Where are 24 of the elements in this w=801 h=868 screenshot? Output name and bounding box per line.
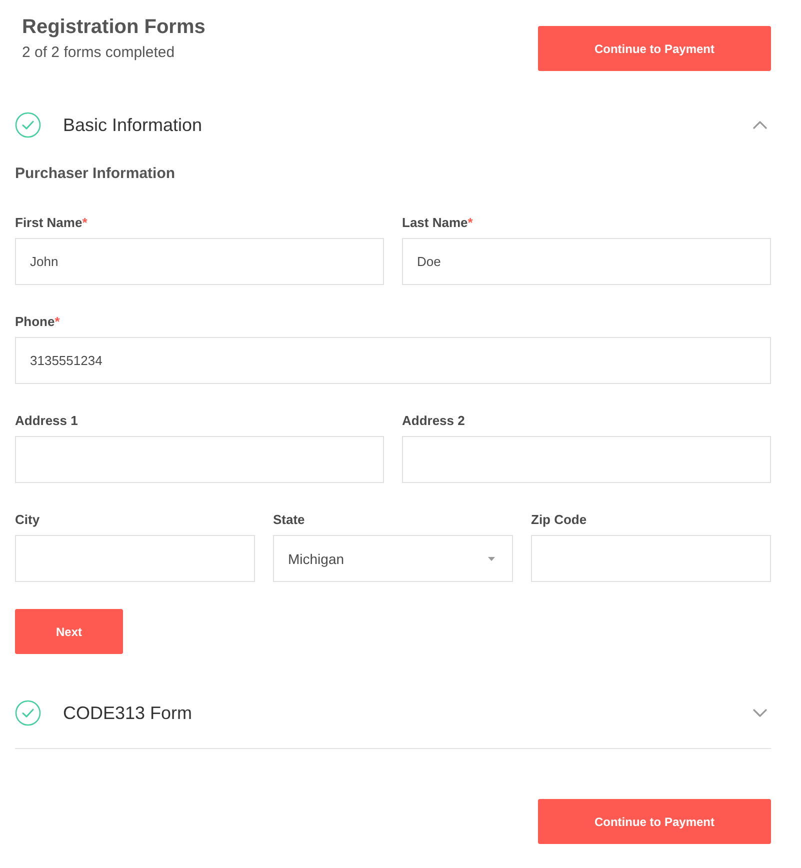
section-title: CODE313 Form [63,702,194,724]
select-field[interactable]: Michigan [273,535,513,582]
input-field[interactable] [15,436,384,483]
input-field[interactable]: 3135551234 [15,337,771,384]
chevron-up-icon[interactable] [753,121,767,129]
page-title: Registration Forms [22,15,206,39]
field-label: Address 2 [402,412,465,430]
field-label: State [273,511,305,529]
field-label: Zip Code [531,511,587,529]
input-field[interactable] [15,535,255,582]
field-label: Address 1 [15,412,78,430]
progress-text: 2 of 2 forms completed [22,43,176,63]
input-field[interactable]: John [15,238,384,285]
section-title: Basic Information [63,114,204,136]
input-field[interactable] [402,436,771,483]
field-label: Last Name* [402,214,473,232]
field-label: First Name* [15,214,88,232]
caret-down-icon [488,556,495,560]
input-field[interactable] [531,535,771,582]
field-label: City [15,511,40,529]
input-field[interactable]: Doe [402,238,771,285]
subsection-title: Purchaser Information [15,164,176,184]
chevron-down-icon[interactable] [753,709,767,717]
field-label: Phone* [15,313,60,331]
